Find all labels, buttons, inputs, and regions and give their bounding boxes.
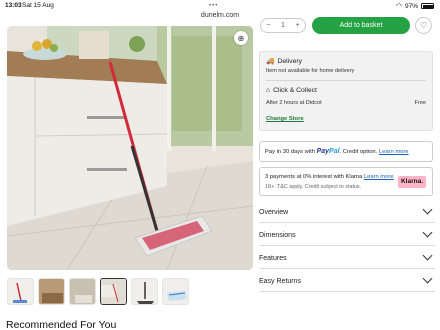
accordion-features[interactable]: Features <box>259 249 435 269</box>
recommended-heading: Recommended For You <box>6 319 117 330</box>
klarna-lead: 3 payments at 0% interest with Klarna <box>265 174 363 180</box>
quantity-stepper[interactable]: − 1 + <box>260 18 306 33</box>
delivery-row: 🚚 Delivery <box>266 57 303 66</box>
paypal-text: Pay in 30 days with PayPal. Credit optio… <box>265 148 409 155</box>
status-indicators: ◠ 97% <box>396 2 434 10</box>
thumbnail-strip <box>7 278 189 305</box>
delivery-title: Delivery <box>277 57 303 65</box>
paypal-logo-a: Pay <box>316 148 330 155</box>
product-image[interactable]: ⊕ <box>7 26 253 270</box>
status-date: Sat 15 Aug <box>22 2 54 9</box>
qty-value: 1 <box>281 22 285 29</box>
collect-title: Click & Collect <box>273 87 317 94</box>
zoom-icon[interactable]: ⊕ <box>234 31 248 45</box>
thumbnail[interactable] <box>131 278 158 305</box>
qty-minus-button[interactable]: − <box>266 22 270 29</box>
delivery-panel: 🚚 Delivery Item not available for home d… <box>259 51 433 131</box>
product-photo <box>7 26 253 270</box>
thumbnail[interactable] <box>38 278 65 305</box>
accordion-dimensions[interactable]: Dimensions <box>259 226 435 246</box>
delivery-divider <box>266 80 426 81</box>
accordion-easy-returns[interactable]: Easy Returns <box>259 272 435 292</box>
change-store-link[interactable]: Change Store <box>266 116 304 122</box>
thumb-room-image <box>39 279 64 304</box>
thumb-kitchen-image <box>101 279 126 304</box>
paypal-logo: PayPal <box>317 148 340 155</box>
battery-icon <box>421 3 434 9</box>
thumb-pad-image <box>167 291 187 301</box>
collect-time: After 2 hours at Didcot <box>266 100 322 106</box>
status-time: 13:03 <box>5 2 22 9</box>
collect-time-text: After 2 hours at Didcot <box>266 100 322 106</box>
paypal-lead: Pay in 30 days with <box>265 149 315 155</box>
purchase-row: − 1 + Add to basket ♡ <box>260 14 436 36</box>
thumbnail[interactable] <box>7 278 34 305</box>
thumb-mop-image <box>13 282 27 303</box>
accordion-label: Features <box>259 255 287 262</box>
chevron-down-icon <box>422 204 433 215</box>
thumbnail[interactable] <box>69 278 96 305</box>
accordion-label: Easy Returns <box>259 278 302 285</box>
klarna-learn-more-link[interactable]: Learn more <box>364 174 394 180</box>
klarna-terms: 18+. T&C apply. Credit subject to status… <box>265 184 362 190</box>
accordion-label: Dimensions <box>259 232 296 239</box>
multitask-dots-icon[interactable]: ••• <box>209 3 218 9</box>
paypal-suffix: . Credit option. <box>339 149 378 155</box>
store-icon: ⌂ <box>266 87 271 94</box>
battery-percent: 97% <box>404 2 418 10</box>
klarna-banner[interactable]: 3 payments at 0% interest with Klarna Le… <box>259 167 433 196</box>
klarna-badge: Klarna. <box>398 176 426 188</box>
delivery-status: Item not available for home delivery <box>266 68 355 74</box>
thumbnail-selected[interactable] <box>100 278 127 305</box>
status-bar: 13:03 Sat 15 Aug ••• ◠ 97% <box>0 0 440 12</box>
chevron-down-icon <box>422 250 433 261</box>
klarna-text: 3 payments at 0% interest with Klarna Le… <box>265 174 394 180</box>
chevron-down-icon <box>422 227 433 238</box>
heart-icon[interactable]: ♡ <box>415 17 432 34</box>
paypal-banner[interactable]: Pay in 30 days with PayPal. Credit optio… <box>259 141 433 162</box>
thumbnail[interactable] <box>162 278 189 305</box>
screen: { "status_bar": { "time": "13:03", "date… <box>0 0 440 330</box>
collect-row: ⌂ Click & Collect <box>266 87 317 94</box>
accordion-overview[interactable]: Overview <box>259 203 435 223</box>
truck-icon: 🚚 <box>266 58 275 65</box>
wifi-icon: ◠ <box>395 3 402 10</box>
thumb-floor-image <box>70 279 95 304</box>
accordion-label: Overview <box>259 209 289 216</box>
paypal-learn-more-link[interactable]: Learn more <box>379 149 409 155</box>
thumb-mop-head-image <box>137 282 154 304</box>
qty-plus-button[interactable]: + <box>296 22 300 29</box>
add-to-basket-button[interactable]: Add to basket <box>312 17 410 34</box>
chevron-down-icon <box>422 273 433 284</box>
paypal-logo-b: Pal <box>329 148 340 155</box>
collect-price: Free <box>414 100 426 106</box>
